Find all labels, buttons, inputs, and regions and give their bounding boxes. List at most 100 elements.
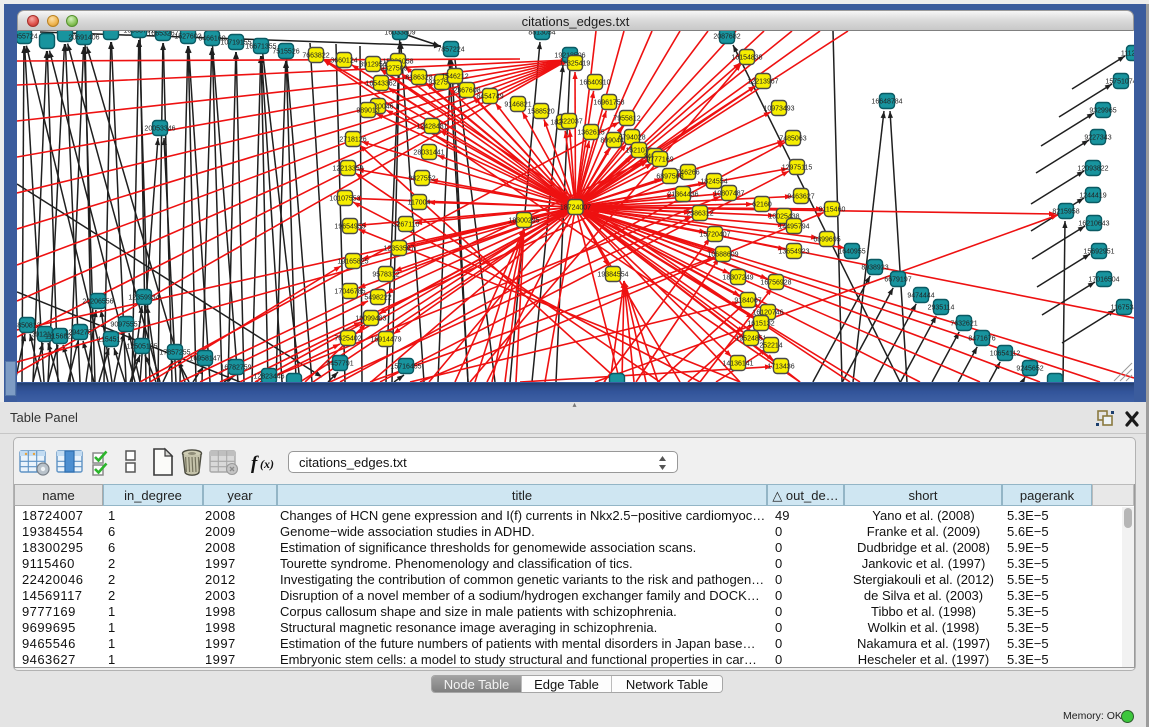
svg-text:9245652: 9245652 (1016, 365, 1043, 372)
svg-text:12353597: 12353597 (383, 245, 414, 252)
svg-text:9457791: 9457791 (326, 360, 353, 367)
svg-text:1546212: 1546212 (441, 73, 468, 80)
svg-text:2087682: 2087682 (713, 33, 740, 40)
svg-text:16543362: 16543362 (365, 80, 396, 87)
svg-text:3267110: 3267110 (393, 221, 420, 228)
svg-text:9115460: 9115460 (819, 206, 846, 213)
svg-text:6897568: 6897568 (656, 173, 683, 180)
svg-text:9146821: 9146821 (504, 101, 531, 108)
svg-text:989013: 989013 (356, 107, 379, 114)
svg-text:19099483: 19099483 (355, 315, 386, 322)
svg-text:10807487: 10807487 (713, 190, 744, 197)
svg-text:18300295: 18300295 (508, 217, 539, 224)
svg-text:16154838: 16154838 (731, 54, 762, 61)
svg-text:16640910: 16640910 (579, 79, 610, 86)
svg-text:19384554: 19384554 (597, 271, 628, 278)
svg-text:9827552: 9827552 (408, 175, 435, 182)
svg-text:9327509: 9327509 (380, 65, 407, 72)
svg-text:19165825: 19165825 (337, 258, 368, 265)
svg-text:1640955: 1640955 (838, 248, 865, 255)
svg-text:9777169: 9777169 (646, 156, 673, 163)
svg-text:20691406: 20691406 (68, 34, 99, 41)
svg-text:15692951: 15692951 (1083, 248, 1114, 255)
svg-text:7663822: 7663822 (302, 52, 329, 59)
svg-text:16033809: 16033809 (384, 31, 415, 36)
svg-text:1154519: 1154519 (98, 336, 125, 343)
svg-text:12213359: 12213359 (332, 165, 363, 172)
svg-text:1112541: 1112541 (1121, 50, 1134, 57)
svg-text:4850813: 4850813 (17, 322, 41, 329)
svg-text:6679197: 6679197 (884, 276, 911, 283)
svg-text:2718126: 2718126 (339, 136, 366, 143)
svg-text:6899695: 6899695 (813, 236, 840, 243)
svg-text:17046785: 17046785 (334, 288, 365, 295)
svg-text:8813054: 8813054 (528, 31, 555, 36)
svg-text:252214: 252214 (759, 342, 782, 349)
svg-text:16210643: 16210643 (1078, 220, 1109, 227)
svg-text:18307249: 18307249 (722, 274, 753, 281)
svg-text:17857255: 17857255 (159, 349, 190, 356)
svg-text:7485063: 7485063 (779, 135, 806, 142)
svg-text:2055724: 2055724 (17, 33, 38, 40)
svg-text:2935114: 2935114 (928, 304, 955, 311)
svg-text:8471676: 8471676 (968, 335, 995, 342)
svg-text:12093822: 12093822 (1077, 165, 1108, 172)
svg-text:21364436: 21364436 (667, 191, 698, 198)
svg-text:20053346: 20053346 (144, 125, 175, 132)
svg-text:2386312: 2386312 (686, 210, 713, 217)
svg-text:15751074: 15751074 (1105, 78, 1134, 85)
svg-text:5498222: 5498222 (364, 294, 391, 301)
svg-text:90975557: 90975557 (110, 321, 141, 328)
svg-text:14495794: 14495794 (778, 223, 809, 230)
svg-text:117004: 117004 (408, 199, 431, 206)
svg-text:11325419: 11325419 (560, 60, 591, 67)
svg-text:8215958: 8215958 (1052, 208, 1079, 215)
svg-text:10688609: 10688609 (707, 251, 738, 258)
svg-text:1167534: 1167534 (1111, 304, 1134, 311)
svg-text:1615132: 1615132 (747, 320, 774, 327)
svg-text:1824554: 1824554 (700, 178, 727, 185)
svg-text:15720407: 15720407 (699, 231, 730, 238)
svg-text:f: f (251, 453, 259, 474)
svg-text:16961758: 16961758 (593, 99, 624, 106)
svg-text:16914479: 16914479 (370, 336, 401, 343)
svg-text:9578312: 9578312 (372, 271, 399, 278)
svg-text:8454749: 8454749 (476, 93, 503, 100)
svg-text:9184067: 9184067 (734, 297, 761, 304)
svg-text:9329965: 9329965 (1089, 107, 1116, 114)
svg-text:1362615: 1362615 (577, 129, 604, 136)
svg-text:9227343: 9227343 (1084, 134, 1111, 141)
svg-text:12942757: 12942757 (64, 329, 95, 336)
svg-text:7857224: 7857224 (437, 46, 464, 53)
svg-text:16756928: 16756928 (760, 279, 791, 286)
svg-text:12823446: 12823446 (253, 373, 284, 380)
svg-text:1244419: 1244419 (1079, 192, 1106, 199)
svg-text:7625402: 7625402 (334, 335, 361, 342)
svg-text:17016504: 17016504 (1088, 276, 1119, 283)
svg-text:20206556: 20206556 (82, 298, 113, 305)
svg-text:10973493: 10973493 (763, 105, 794, 112)
svg-text:9463627: 9463627 (787, 193, 814, 200)
svg-text:10654112: 10654112 (990, 350, 1021, 357)
svg-text:19654955: 19654955 (334, 223, 365, 230)
svg-text:7632621: 7632621 (950, 320, 977, 327)
svg-text:1588520: 1588520 (527, 108, 554, 115)
svg-text:7515526: 7515526 (272, 48, 299, 55)
svg-text:28031441: 28031441 (413, 149, 444, 156)
svg-text:12428481: 12428481 (416, 123, 447, 130)
svg-text:18724007: 18724007 (560, 204, 591, 211)
svg-text:12975115: 12975115 (782, 164, 813, 171)
svg-text:12359934: 12359934 (128, 294, 159, 301)
svg-text:15716455: 15716455 (390, 363, 421, 370)
svg-text:(x): (x) (260, 457, 274, 471)
svg-text:12505135: 12505135 (126, 343, 157, 350)
svg-text:14136141: 14136141 (722, 360, 753, 367)
svg-text:6794028: 6794028 (618, 134, 645, 141)
svg-text:9474444: 9474444 (907, 292, 934, 299)
svg-text:12213967: 12213967 (747, 78, 778, 85)
svg-text:16958147: 16958147 (189, 355, 220, 362)
svg-text:1713436: 1713436 (767, 363, 794, 370)
svg-text:8938923: 8938923 (861, 264, 888, 271)
svg-text:3660124: 3660124 (330, 57, 357, 64)
svg-text:62160: 62160 (752, 201, 772, 208)
